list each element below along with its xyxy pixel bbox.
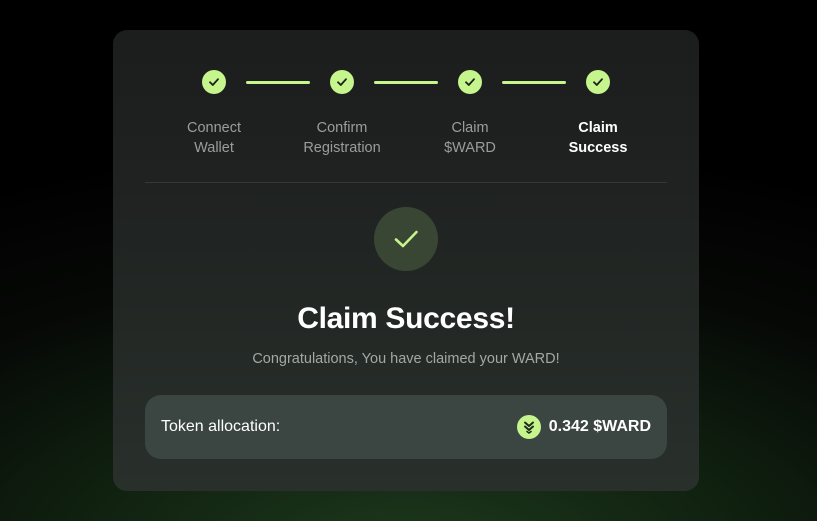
step-3-label-line1: Claim <box>451 120 489 136</box>
step-4-label-line1: Claim <box>578 120 618 136</box>
step-3-label-line2: $WARD <box>444 140 496 156</box>
claim-card: Connect Wallet Confirm Registration Clai… <box>113 30 699 491</box>
step-connector-3 <box>502 80 566 84</box>
progress-stepper: Connect Wallet Confirm Registration Clai… <box>113 30 699 183</box>
step-4-label-line2: Success <box>568 140 628 156</box>
token-allocation-row: Token allocation: 0.342 $WARD <box>145 395 667 459</box>
step-1-label-line1: Connect <box>186 120 241 136</box>
step-4-label: Claim Success <box>538 118 658 158</box>
success-title: Claim Success! <box>297 302 515 335</box>
step-3-label: Claim $WARD <box>410 118 530 158</box>
step-3-check-icon <box>458 70 482 94</box>
success-check-icon <box>374 207 438 271</box>
success-subtitle: Congratulations, You have claimed your W… <box>252 351 560 367</box>
step-1-label: Connect Wallet <box>154 118 274 158</box>
step-connector-1 <box>246 80 310 84</box>
token-allocation-value: 0.342 $WARD <box>548 418 651 435</box>
step-2-check-icon <box>330 70 354 94</box>
token-allocation-amount: 0.342 $WARD <box>516 415 651 439</box>
step-1-check-icon <box>202 70 226 94</box>
step-2-label-line2: Registration <box>303 140 381 156</box>
step-1-label-line2: Wallet <box>194 140 234 156</box>
step-4-check-icon <box>586 70 610 94</box>
divider <box>145 182 667 183</box>
ward-token-icon <box>516 415 541 439</box>
token-allocation-label: Token allocation: <box>161 418 281 435</box>
step-2-label-line1: Confirm <box>316 120 368 136</box>
step-2-label: Confirm Registration <box>282 118 402 158</box>
step-connector-2 <box>374 80 438 84</box>
